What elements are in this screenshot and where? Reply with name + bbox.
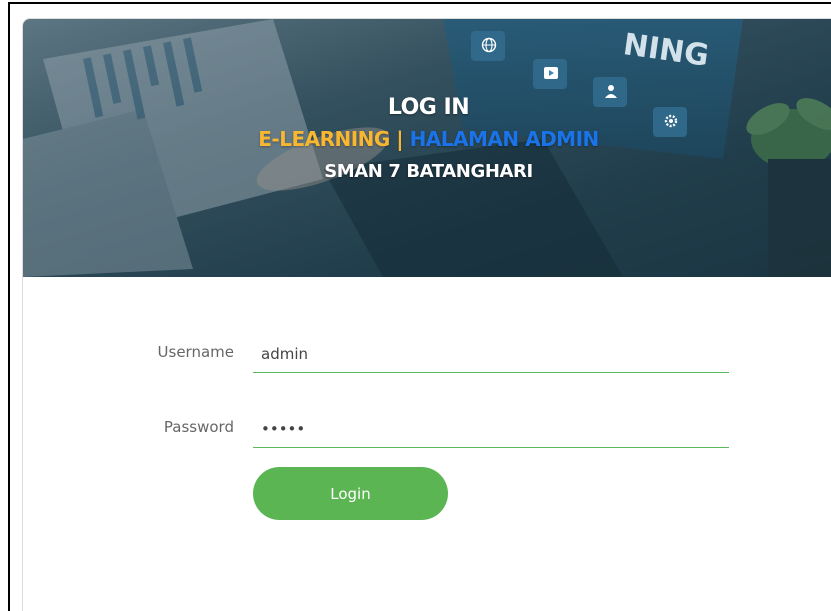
login-button[interactable]: Login [253,467,448,520]
play-icon [543,65,559,85]
username-row: Username [23,335,831,379]
hero-heading: LOG IN E-LEARNING | HALAMAN ADMIN SMAN 7… [23,93,831,189]
globe-icon [481,37,497,57]
school-name: SMAN 7 BATANGHARI [324,161,533,182]
page-subtitle: E-LEARNING | HALAMAN ADMIN [23,123,831,155]
login-card: NING LOG IN E-LEARNING | HALAMAN ADMIN S… [22,18,831,611]
window-frame: NING LOG IN E-LEARNING | HALAMAN ADMIN S… [8,2,831,611]
subtitle-elearning: E-LEARNING | [258,127,410,151]
hero-banner: NING LOG IN E-LEARNING | HALAMAN ADMIN S… [23,19,831,277]
username-input[interactable] [253,335,729,373]
username-label: Username [157,343,234,361]
password-input[interactable] [253,410,729,448]
password-row: Password [23,410,831,454]
page-title: LOG IN [387,95,470,120]
password-label: Password [163,418,234,436]
subtitle-admin: HALAMAN ADMIN [409,127,600,151]
